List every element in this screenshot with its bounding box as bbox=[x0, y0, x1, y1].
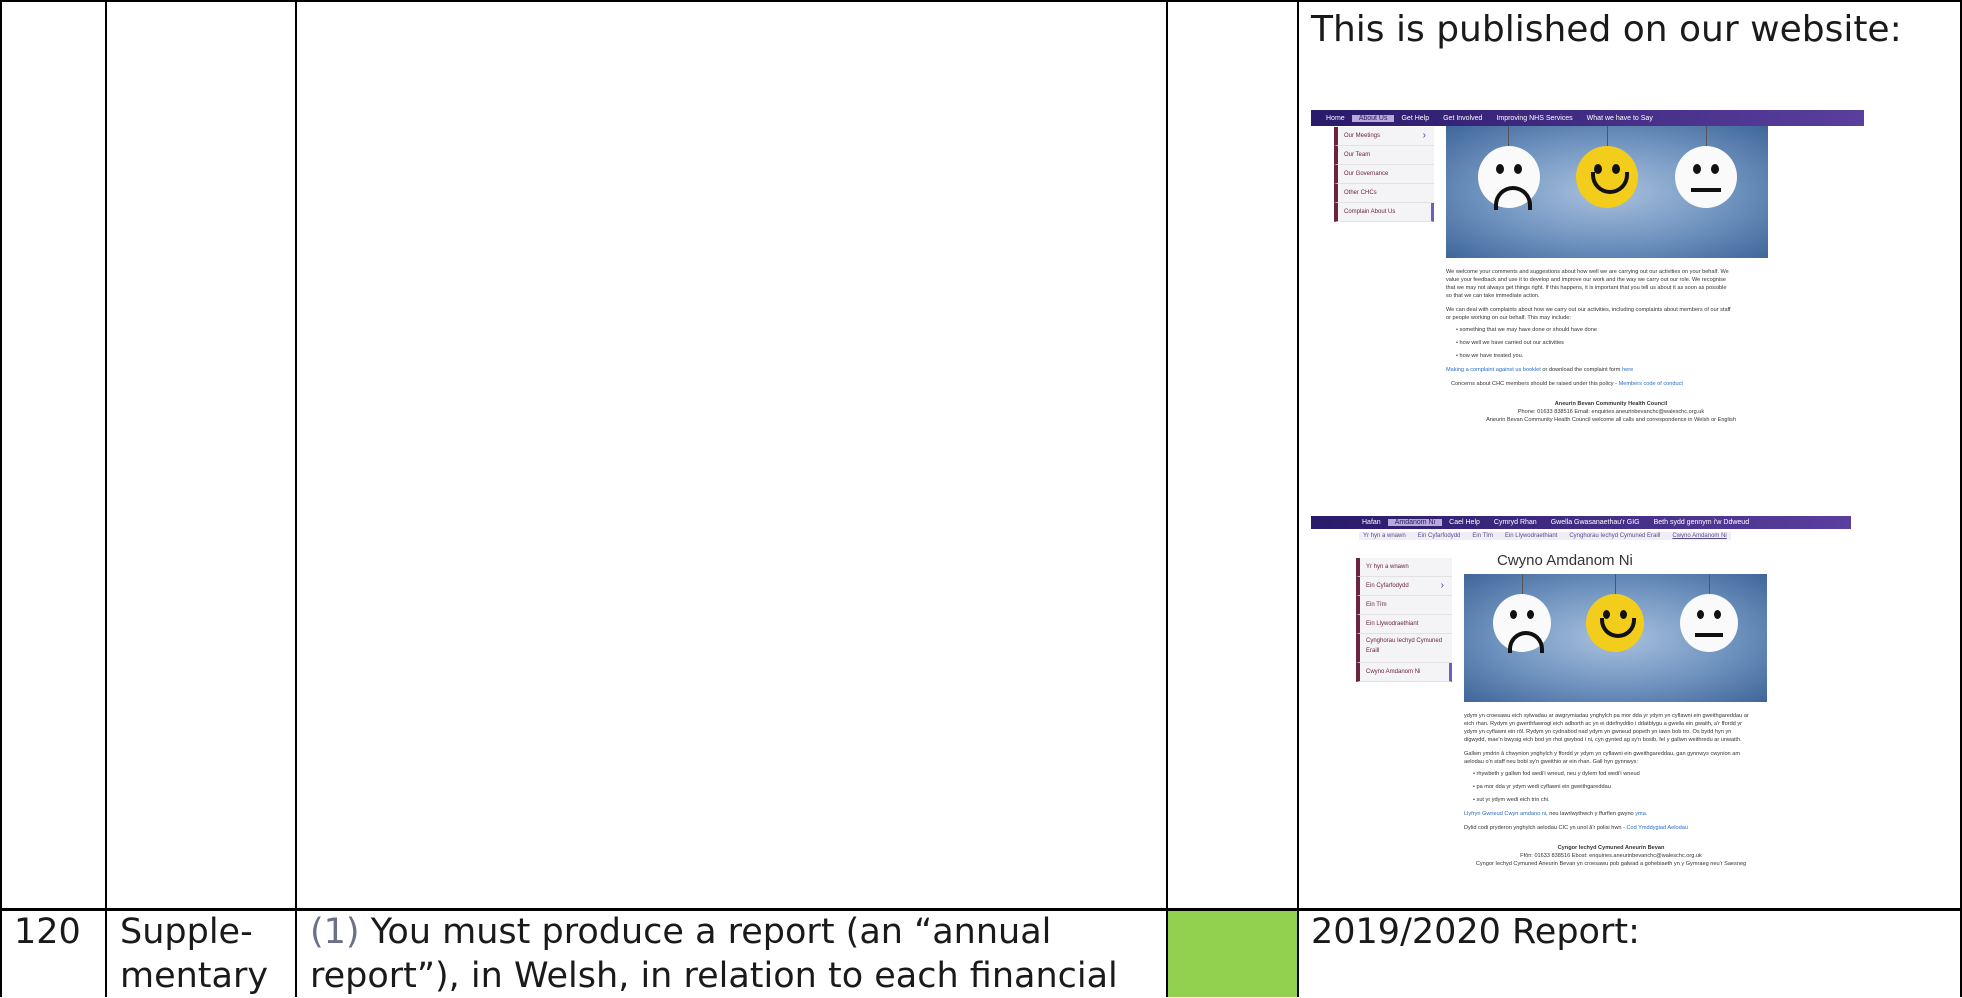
table-col-divider-1 bbox=[105, 0, 107, 997]
booklet-link[interactable]: Llyfryn Gwneud Cwyn amdano ni bbox=[1464, 811, 1546, 817]
side-menu-item[interactable]: Other CHCs bbox=[1334, 184, 1434, 203]
side-menu-item[interactable]: Our Meetings › bbox=[1334, 127, 1434, 146]
nav-item[interactable]: Cymryd Rhan bbox=[1487, 519, 1544, 526]
table-col-divider-4 bbox=[1297, 0, 1299, 997]
requirement-clause-ref: (1) bbox=[310, 912, 360, 952]
paragraph-line: We can deal with complaints about how we… bbox=[1446, 307, 1731, 313]
paragraph-line: eich rhan. Rydym yn gwerthfawrogi eich a… bbox=[1464, 721, 1743, 727]
paragraph-line: ydym yn croesawu eich sylwadau ar awgrym… bbox=[1464, 713, 1749, 719]
paragraph-line: digwydd, mae'n bwysig eich bod yn rhoi g… bbox=[1464, 737, 1742, 743]
nav-item[interactable]: Beth sydd gennym i'w Ddweud bbox=[1647, 519, 1757, 526]
bullet-item: sut yr ydym wedi eich trin chi. bbox=[1473, 796, 1550, 804]
nav-item[interactable]: Gwella Gwasanaethau'r GIG bbox=[1544, 519, 1647, 526]
bullet-item: rhywbeth y gallwn fod wedi'i wneud, neu … bbox=[1473, 770, 1640, 778]
footer-contact: Phone: 01633 838516 Email: enquiries.ane… bbox=[1517, 409, 1705, 415]
footer-welsh-note: Aneurin Bevan Community Health Council w… bbox=[1486, 417, 1736, 423]
subnav-item[interactable]: Ein Llywodraethiant bbox=[1505, 533, 1557, 539]
nav-item[interactable]: What we have to Say bbox=[1580, 115, 1660, 122]
complaint-links-line: Llyfryn Gwneud Cwyn amdano ni, neu lawrl… bbox=[1464, 811, 1648, 817]
status-cell-green bbox=[1168, 911, 1297, 997]
booklet-link[interactable]: Making a complaint against us booklet bbox=[1446, 367, 1541, 373]
english-website-screenshot: Home About Us Get Help Get Involved Impr… bbox=[1311, 110, 1864, 460]
happy-face-icon bbox=[1586, 594, 1644, 652]
code-of-conduct-link[interactable]: Members code of conduct bbox=[1619, 381, 1683, 387]
nav-item[interactable]: Get Help bbox=[1394, 115, 1436, 122]
bullet-item: something that we may have done or shoul… bbox=[1456, 326, 1597, 334]
paragraph-line: that we may not always get things right.… bbox=[1446, 285, 1727, 291]
report-heading: 2019/2020 Report: bbox=[1311, 912, 1640, 952]
side-menu-item[interactable]: Ein Tîm bbox=[1356, 596, 1452, 615]
nav-item[interactable]: Home bbox=[1319, 115, 1352, 122]
paragraph-line: value your feedback and use it to develo… bbox=[1446, 277, 1727, 283]
side-menu-item-active[interactable]: Complain About Us bbox=[1334, 203, 1434, 222]
paragraph-line: aelodau o'n staff neu bobl sy'n gweithio… bbox=[1464, 759, 1638, 765]
subnav-item[interactable]: Yr hyn a wnawn bbox=[1363, 533, 1406, 539]
published-heading: This is published on our website: bbox=[1311, 9, 1902, 50]
subnav-item[interactable]: Ein Cyfarfodydd bbox=[1418, 533, 1461, 539]
feedback-faces-image bbox=[1464, 574, 1767, 702]
bullet-item: how well we have carried out our activit… bbox=[1456, 339, 1564, 347]
neutral-face-icon bbox=[1675, 146, 1737, 208]
subnav-item-active[interactable]: Cwyno Amdanom Ni bbox=[1672, 533, 1726, 539]
welsh-page-heading: Cwyno Amdanom Ni bbox=[1497, 552, 1633, 569]
footer-welsh-note: Cyngor Iechyd Cymuned Aneurin Bevan yn c… bbox=[1475, 861, 1747, 867]
paragraph-line: so that we can take immediate action. bbox=[1446, 293, 1540, 299]
neutral-face-icon bbox=[1680, 594, 1738, 652]
bullet-item: how we have treated you. bbox=[1456, 352, 1524, 360]
side-menu-item[interactable]: Ein Cyfarfodydd › bbox=[1356, 577, 1452, 596]
nav-item[interactable]: Improving NHS Services bbox=[1489, 115, 1579, 122]
nav-item[interactable]: Hafan bbox=[1355, 519, 1388, 526]
footer-org: Aneurin Bevan Community Health Council bbox=[1554, 401, 1668, 407]
table-border-left bbox=[0, 0, 2, 997]
concerns-line: Dylid codi pryderon ynghylch aelodau CIC… bbox=[1464, 825, 1688, 831]
paragraph-line: or people working on our behalf. This ma… bbox=[1446, 315, 1571, 321]
nav-item[interactable]: Get Involved bbox=[1436, 115, 1489, 122]
requirement-line-2: report”), in Welsh, in relation to each … bbox=[310, 956, 1118, 996]
sad-face-icon bbox=[1493, 594, 1551, 653]
feedback-faces-image bbox=[1446, 126, 1768, 258]
standard-type-line-1: Supple- bbox=[120, 912, 253, 952]
welsh-side-menu: Yr hyn a wnawn Ein Cyfarfodydd › Ein Tîm … bbox=[1356, 558, 1452, 682]
footer-contact: Ffôn: 01633 838516 Ebost: enquiries.aneu… bbox=[1520, 853, 1702, 859]
nav-item[interactable]: Cael Help bbox=[1442, 519, 1487, 526]
row-number: 120 bbox=[14, 912, 81, 952]
footer-org: Cyngor Iechyd Cymuned Aneurin Bevan bbox=[1557, 845, 1665, 851]
bullet-item: pa mor dda yr ydym wedi cyflawni ein gwe… bbox=[1473, 783, 1611, 791]
form-link[interactable]: yma. bbox=[1635, 811, 1647, 817]
paragraph-line: We welcome your comments and suggestions… bbox=[1446, 269, 1729, 275]
requirement-line-1: (1) You must produce a report (an “annua… bbox=[310, 912, 1052, 952]
welsh-website-screenshot: Hafan Amdanom Ni Cael Help Cymryd Rhan G… bbox=[1311, 516, 1851, 878]
chevron-right-icon: › bbox=[1440, 580, 1444, 591]
welsh-nav-bar: Hafan Amdanom Ni Cael Help Cymryd Rhan G… bbox=[1311, 516, 1851, 529]
english-nav-bar: Home About Us Get Help Get Involved Impr… bbox=[1311, 110, 1864, 126]
standard-type-line-2: mentary bbox=[120, 956, 269, 996]
code-of-conduct-link[interactable]: Cod Ymddygiad Aelodau bbox=[1626, 825, 1687, 831]
side-menu-item-active[interactable]: Cwyno Amdanom Ni bbox=[1356, 663, 1452, 682]
side-menu-item[interactable]: Cynghorau Iechyd Cymuned Eraill bbox=[1356, 634, 1452, 663]
complaint-links-line: Making a complaint against us booklet or… bbox=[1446, 367, 1634, 373]
side-menu-item[interactable]: Yr hyn a wnawn bbox=[1356, 558, 1452, 577]
paragraph-line: Gallwn ymdrin â chwynion ynghylch y ffor… bbox=[1464, 751, 1740, 757]
side-menu-item[interactable]: Our Team bbox=[1334, 146, 1434, 165]
welsh-subnav: Yr hyn a wnawn Ein Cyfarfodydd Ein Tîm E… bbox=[1359, 532, 1731, 540]
happy-face-icon bbox=[1576, 146, 1638, 208]
paragraph-line: ydym yn cyflawni ein rôl. Rydym yn cydna… bbox=[1464, 729, 1732, 735]
sad-face-icon bbox=[1478, 146, 1540, 210]
chevron-right-icon: › bbox=[1422, 130, 1426, 141]
subnav-item[interactable]: Ein Tîm bbox=[1472, 533, 1493, 539]
subnav-item[interactable]: Cynghorau Iechyd Cymuned Eraill bbox=[1569, 533, 1660, 539]
english-side-menu: Our Meetings › Our Team Our Governance Ot… bbox=[1334, 127, 1434, 222]
form-link[interactable]: here bbox=[1622, 367, 1633, 373]
side-menu-item[interactable]: Our Governance bbox=[1334, 165, 1434, 184]
table-col-divider-2 bbox=[295, 0, 297, 997]
table-col-divider-3 bbox=[1166, 0, 1168, 997]
nav-item-active[interactable]: About Us bbox=[1351, 114, 1395, 122]
side-menu-item[interactable]: Ein Llywodraethiant bbox=[1356, 615, 1452, 634]
nav-item-active[interactable]: Amdanom Ni bbox=[1387, 519, 1443, 526]
concerns-line: Concerns about CHC members should be rai… bbox=[1451, 381, 1683, 387]
